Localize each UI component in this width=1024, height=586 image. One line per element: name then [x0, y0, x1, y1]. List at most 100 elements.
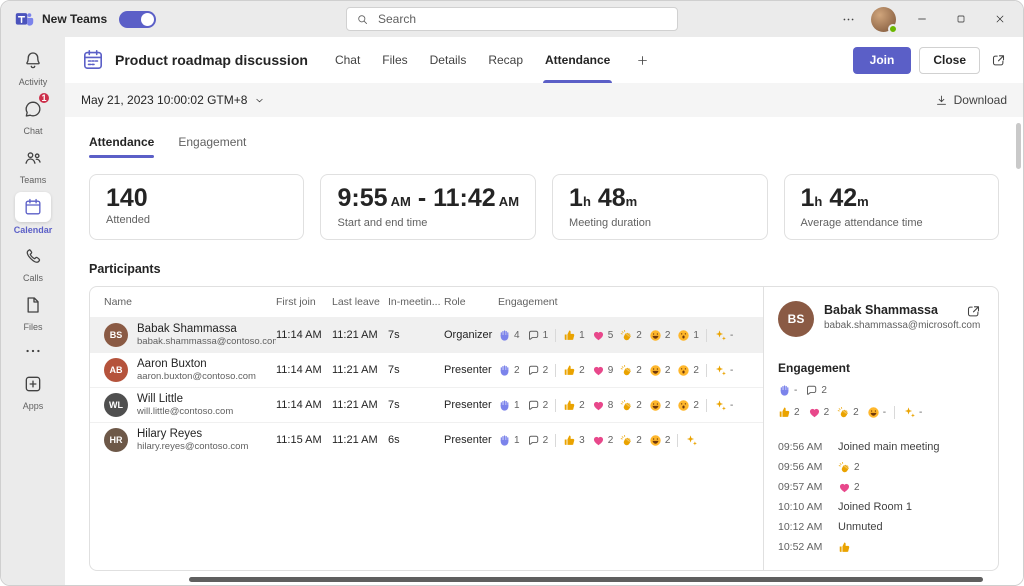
- reaction-count: 2: [636, 435, 642, 446]
- hand-icon: [498, 364, 511, 377]
- tab-details[interactable]: Details: [419, 37, 478, 83]
- chat-reaction: 1: [527, 329, 549, 342]
- detail-popout-icon[interactable]: [963, 301, 984, 337]
- timeline-text: Unmuted: [838, 521, 883, 533]
- engagement-divider: [677, 434, 678, 447]
- search-input[interactable]: [376, 11, 668, 27]
- stat-card-2: 1h 48mMeeting duration: [552, 174, 767, 240]
- reaction-count: 2: [636, 365, 642, 376]
- presence-indicator: [888, 24, 898, 34]
- stat-value: 1h 48m: [569, 183, 750, 217]
- table-row[interactable]: ABAaron Buxtonaaron.buxton@contoso.com11…: [90, 352, 763, 387]
- table-row[interactable]: WL Will Littlewill.little@contoso.com 11:1…: [90, 387, 763, 422]
- sidebar-item-teams[interactable]: Teams: [1, 140, 65, 189]
- role-cell: Presenter: [444, 434, 498, 446]
- like-icon: [778, 406, 791, 419]
- participant-email: will.little@contoso.com: [137, 406, 233, 417]
- minimize-button[interactable]: [909, 10, 935, 28]
- search-box[interactable]: [346, 7, 678, 31]
- timeline-time: 09:56 AM: [778, 461, 828, 473]
- more-options-icon[interactable]: [839, 10, 858, 29]
- table-row[interactable]: HRHilary Reyeshilary.reyes@contoso.com11…: [90, 422, 763, 457]
- surprised-icon: [677, 329, 690, 342]
- hand-icon: [498, 329, 511, 342]
- add-tab-button[interactable]: [631, 54, 654, 67]
- timeline-time: 10:52 AM: [778, 541, 828, 553]
- reaction-count: 1: [514, 400, 520, 411]
- sidebar-item-more[interactable]: [1, 336, 65, 366]
- timeline-text: Joined main meeting: [838, 441, 940, 453]
- participant-avatar: HR: [104, 428, 128, 452]
- chat-icon: [527, 329, 540, 342]
- table-row[interactable]: BS Babak Shammassababak.shammassa@contoso…: [90, 317, 763, 352]
- participant-name-block: Babak Shammassababak.shammassa@contoso.c…: [137, 323, 276, 347]
- detail-timeline: 09:56 AMJoined main meeting09:56 AM209:5…: [778, 437, 984, 557]
- engagement-cell: 4115221-: [498, 329, 763, 342]
- reaction-count: 2: [636, 330, 642, 341]
- table-header-row: NameFirst joinLast leaveIn-meetin...Role…: [90, 287, 763, 317]
- vertical-scrollbar[interactable]: [1016, 123, 1021, 169]
- participant-name: Hilary Reyes: [137, 428, 248, 441]
- sidebar-item-files[interactable]: Files: [1, 287, 65, 336]
- participant-name: Will Little: [137, 393, 233, 406]
- reaction-count: 1: [543, 330, 549, 341]
- participant-avatar: WL: [104, 393, 128, 417]
- reaction-count: 5: [608, 330, 614, 341]
- reaction-count: 4: [514, 330, 520, 341]
- sparkle-icon: [714, 329, 727, 342]
- heart-reaction: 2: [838, 481, 860, 494]
- popout-meeting-icon[interactable]: [988, 50, 1009, 71]
- tab-files[interactable]: Files: [371, 37, 418, 83]
- chat-reaction: 2: [527, 434, 549, 447]
- participant-avatar: BS: [104, 323, 128, 347]
- participant-name-block: Aaron Buxtonaaron.buxton@contoso.com: [137, 358, 256, 382]
- participant-detail-panel: BS Babak Shammassa babak.shammassa@micro…: [763, 287, 998, 570]
- titlebar: New Teams: [1, 1, 1023, 37]
- like-icon: [563, 399, 576, 412]
- sidebar-item-apps[interactable]: Apps: [1, 366, 65, 415]
- tab-chat[interactable]: Chat: [324, 37, 371, 83]
- sidebar-item-chat[interactable]: 1Chat: [1, 91, 65, 140]
- horizontal-scrollbar[interactable]: [189, 577, 983, 582]
- engagement-divider: [555, 399, 556, 412]
- sidebar-item-label: Apps: [23, 401, 44, 411]
- sparkle-reaction: [685, 434, 698, 447]
- join-button[interactable]: Join: [853, 47, 912, 74]
- download-button[interactable]: Download: [935, 93, 1007, 107]
- sidebar-item-label: Calls: [23, 273, 43, 283]
- user-avatar[interactable]: [871, 7, 896, 32]
- report-tab-engagement[interactable]: Engagement: [178, 131, 246, 158]
- reaction-count: 2: [665, 400, 671, 411]
- participants-table: NameFirst joinLast leaveIn-meetin...Role…: [90, 287, 763, 570]
- laugh-reaction: 2: [649, 399, 671, 412]
- sidebar-item-calls[interactable]: Calls: [1, 238, 65, 287]
- reaction-count: 2: [636, 400, 642, 411]
- heart-icon: [592, 434, 605, 447]
- timeline-entry: 09:57 AM 2: [778, 477, 984, 497]
- reaction-count: 2: [579, 400, 585, 411]
- timeline-time: 10:10 AM: [778, 501, 828, 513]
- first-join-cell: 11:14 AM: [276, 399, 332, 411]
- clap-icon: [620, 399, 633, 412]
- close-button[interactable]: Close: [919, 47, 980, 74]
- new-teams-toggle[interactable]: [119, 11, 156, 28]
- clap-reaction: 2: [620, 399, 642, 412]
- heart-icon: [808, 406, 821, 419]
- reaction-count: 2: [693, 400, 699, 411]
- clap-reaction: 2: [838, 461, 860, 474]
- reaction-count: 2: [543, 365, 549, 376]
- main-area: Product roadmap discussion ChatFilesDeta…: [65, 37, 1023, 585]
- timeline-time: 09:57 AM: [778, 481, 828, 493]
- maximize-button[interactable]: [948, 10, 974, 28]
- sidebar-item-activity[interactable]: Activity: [1, 42, 65, 91]
- window-close-button[interactable]: [987, 10, 1013, 28]
- meeting-date-selector[interactable]: May 21, 2023 10:00:02 GTM+8: [81, 93, 265, 107]
- sidebar-item-calendar[interactable]: Calendar: [1, 189, 65, 238]
- download-icon: [935, 94, 948, 107]
- laugh-reaction: -: [867, 406, 886, 419]
- tab-attendance[interactable]: Attendance: [534, 37, 621, 83]
- engagement-divider: [555, 329, 556, 342]
- report-tab-attendance[interactable]: Attendance: [89, 131, 154, 158]
- tab-recap[interactable]: Recap: [477, 37, 534, 83]
- column-header: Role: [444, 296, 498, 308]
